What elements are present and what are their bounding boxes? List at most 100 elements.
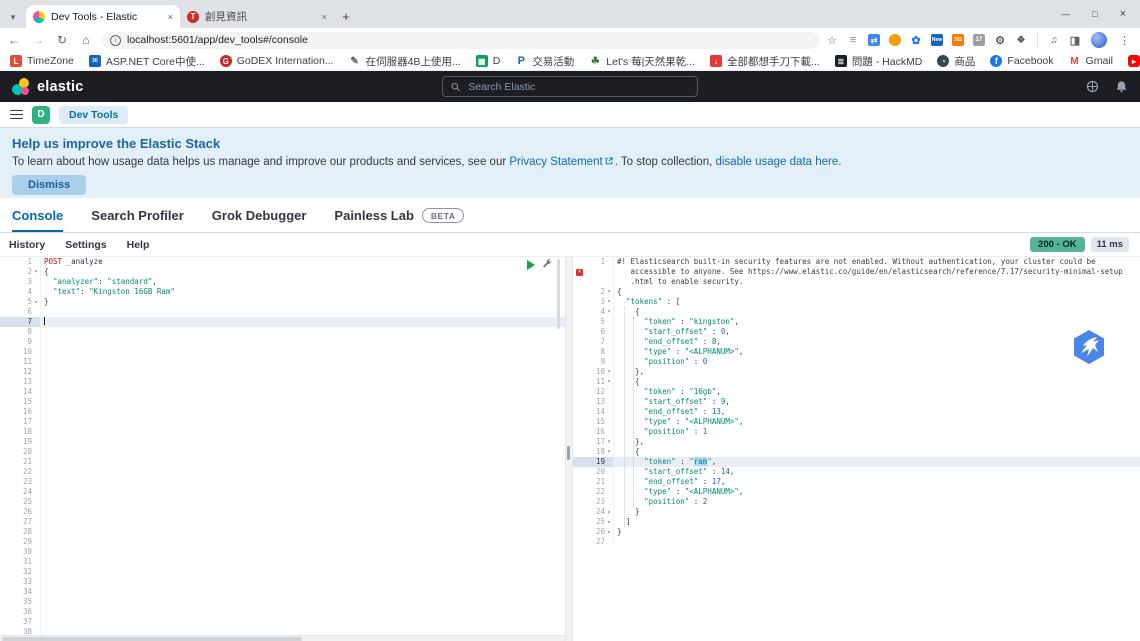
code-line[interactable]: 20 "start_offset" : 14,: [573, 467, 1140, 477]
media-controls-icon[interactable]: ♫: [1046, 33, 1062, 47]
bookmark-facebook[interactable]: fFacebook: [990, 55, 1053, 67]
send-request-icon[interactable]: [527, 260, 535, 270]
code-line[interactable]: .html to enable security.: [573, 277, 1140, 287]
console-menu-help[interactable]: Help: [127, 239, 150, 251]
code-line[interactable]: 21 "end_offset" : 17,: [573, 477, 1140, 487]
bookmark-timezone[interactable]: LTimeZone: [10, 55, 74, 67]
global-search[interactable]: [442, 76, 698, 97]
bookmark-hackmd[interactable]: ≣問題 - HackMD: [835, 54, 923, 69]
code-line[interactable]: 13: [0, 377, 565, 387]
code-line[interactable]: 19 "token" : "ram",: [573, 457, 1140, 467]
code-line[interactable]: 3▾ "tokens" : [: [573, 297, 1140, 307]
code-line[interactable]: 22 "type" : "<ALPHANUM>",: [573, 487, 1140, 497]
request-scrollbar-thumb[interactable]: [557, 259, 560, 329]
flower-extension-icon[interactable]: ✿: [908, 33, 924, 47]
code-line[interactable]: 12 "token" : "16gb",: [573, 387, 1140, 397]
code-line[interactable]: 6: [0, 307, 565, 317]
search-input[interactable]: [466, 80, 689, 94]
minimize-icon[interactable]: —: [1061, 9, 1070, 19]
code-line[interactable]: 9: [0, 337, 565, 347]
orange-dot-extension-icon[interactable]: [887, 33, 903, 47]
dismiss-button[interactable]: Dismiss: [12, 175, 86, 195]
code-line[interactable]: 24▴ }: [573, 507, 1140, 517]
code-line[interactable]: 16: [0, 407, 565, 417]
fold-toggle-icon[interactable]: ▴: [605, 517, 613, 527]
code-line[interactable]: 1POST _analyze: [0, 257, 565, 267]
divider-grip-icon[interactable]: [567, 446, 570, 460]
side-panel-icon[interactable]: ◨: [1067, 33, 1083, 47]
code-line[interactable]: 19: [0, 437, 565, 447]
wrench-icon[interactable]: [542, 259, 553, 270]
code-line[interactable]: 5▴}: [0, 297, 565, 307]
deployment-icon[interactable]: [1086, 80, 1099, 93]
new-tab-button[interactable]: +: [334, 4, 358, 28]
code-line[interactable]: 4▾ {: [573, 307, 1140, 317]
code-line[interactable]: 2▾{: [0, 267, 565, 277]
code-line[interactable]: 5 "token" : "kingston",: [573, 317, 1140, 327]
code-line[interactable]: 8 "type" : "<ALPHANUM>",: [573, 347, 1140, 357]
bookmark-youtube[interactable]: ▸YouTube: [1128, 55, 1140, 67]
bookmark-star-icon[interactable]: ☆: [827, 34, 837, 47]
fold-toggle-icon[interactable]: ▾: [605, 437, 613, 447]
privacy-statement-link[interactable]: Privacy Statement: [509, 156, 602, 168]
fold-toggle-icon[interactable]: ▾: [605, 287, 613, 297]
code-line[interactable]: 18: [0, 427, 565, 437]
code-line[interactable]: 27: [573, 537, 1140, 547]
elastic-brand[interactable]: elastic: [12, 78, 84, 96]
hscroll-thumb[interactable]: [2, 637, 302, 641]
code-line[interactable]: 20: [0, 447, 565, 457]
code-line[interactable]: 1#! Elasticsearch built-in security feat…: [573, 257, 1140, 267]
code-line[interactable]: 26▴}: [573, 527, 1140, 537]
code-line[interactable]: 11: [0, 357, 565, 367]
home-icon[interactable]: ⌂: [78, 33, 94, 47]
menu-hamburger-icon[interactable]: [10, 110, 23, 120]
bookmark-sheets-d[interactable]: ▦D: [476, 55, 501, 67]
code-line[interactable]: 22: [0, 467, 565, 477]
code-line[interactable]: 9 "position" : 0: [573, 357, 1140, 367]
code-line[interactable]: 25: [0, 497, 565, 507]
bookmark-godex[interactable]: GGoDEX Internation...: [220, 55, 334, 67]
code-line[interactable]: 31: [0, 557, 565, 567]
code-line[interactable]: 25▴ ]: [573, 517, 1140, 527]
code-line[interactable]: 26: [0, 507, 565, 517]
lines-extension-icon[interactable]: ≡: [845, 33, 861, 47]
code-line[interactable]: 28: [0, 527, 565, 537]
browser-tab-devtools[interactable]: Dev Tools - Elastic ×: [26, 5, 180, 28]
code-line[interactable]: 12: [0, 367, 565, 377]
console-menu-settings[interactable]: Settings: [65, 239, 106, 251]
fold-toggle-icon[interactable]: ▴: [605, 507, 613, 517]
code-line[interactable]: 33: [0, 577, 565, 587]
puzzle-extensions-icon[interactable]: ❖: [1013, 33, 1029, 47]
code-line[interactable]: 15: [0, 397, 565, 407]
code-line[interactable]: 14: [0, 387, 565, 397]
tab-console[interactable]: Console: [12, 208, 63, 232]
tab-search-icon[interactable]: ▾: [0, 6, 26, 28]
tab-search-profiler[interactable]: Search Profiler: [91, 208, 184, 232]
code-line[interactable]: 29: [0, 537, 565, 547]
reload-icon[interactable]: ↻: [54, 33, 70, 47]
code-line[interactable]: 35: [0, 597, 565, 607]
tab-close-icon[interactable]: ×: [168, 12, 173, 22]
code-line[interactable]: 23: [0, 477, 565, 487]
code-line[interactable]: 30: [0, 547, 565, 557]
code-line[interactable]: 10: [0, 347, 565, 357]
archive-17-extension-icon[interactable]: 17: [971, 33, 987, 47]
code-line[interactable]: 11▾ {: [573, 377, 1140, 387]
fold-toggle-icon[interactable]: ▾: [605, 297, 613, 307]
code-line[interactable]: 4 "text": "Kingston 16GB Ram": [0, 287, 565, 297]
fold-toggle-icon[interactable]: ▾: [605, 307, 613, 317]
pane-divider[interactable]: [565, 257, 573, 641]
tab-close-icon[interactable]: ×: [322, 12, 327, 22]
code-line[interactable]: 36: [0, 607, 565, 617]
code-line[interactable]: × accessible to anyone. See https://www.…: [573, 267, 1140, 277]
code-line[interactable]: 37: [0, 617, 565, 627]
new-badge-extension-icon[interactable]: New: [929, 33, 945, 47]
code-line[interactable]: 23 "position" : 2: [573, 497, 1140, 507]
code-line[interactable]: 18▾ {: [573, 447, 1140, 457]
browser-menu-icon[interactable]: ⋮: [1115, 34, 1134, 47]
code-line[interactable]: 7 "end_offset" : 8,: [573, 337, 1140, 347]
code-line[interactable]: 2▾{: [573, 287, 1140, 297]
code-line[interactable]: 27: [0, 517, 565, 527]
fold-toggle-icon[interactable]: ▴: [605, 527, 613, 537]
space-avatar[interactable]: D: [32, 106, 50, 124]
